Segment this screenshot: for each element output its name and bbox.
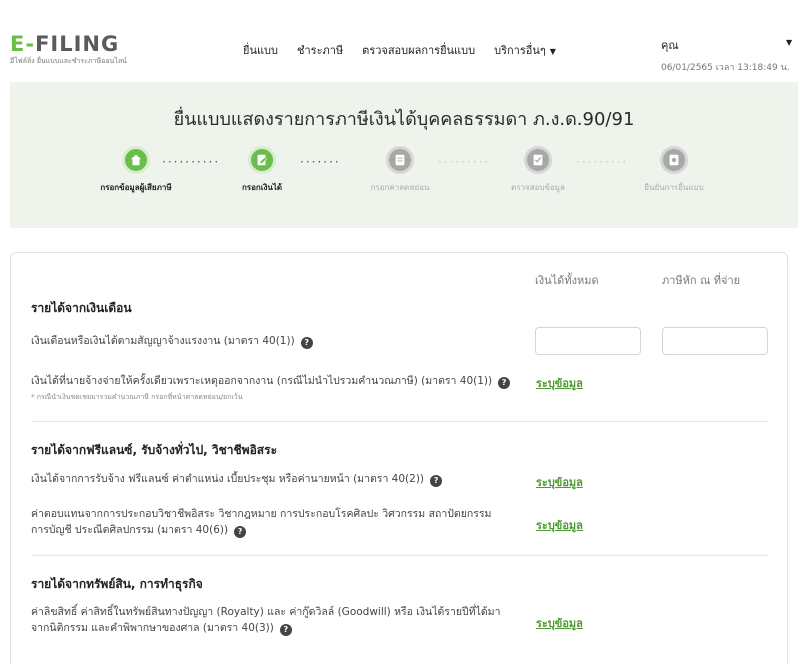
royalty-specify-link[interactable]: ระบุข้อมูล [536, 614, 583, 632]
salary-row-label: เงินเดือนหรือเงินได้ตามสัญญาจ้างแรงงาน (… [31, 333, 313, 349]
freelance-row-text: เงินได้จากการรับจ้าง ฟรีแลนซ์ ค่าตำแหน่ง… [31, 473, 425, 485]
royalty-row-line1: ค่าลิขสิทธิ์ ค่าสิทธิ์ในทรัพย์สินทางปัญญ… [31, 606, 501, 618]
main-nav: ยื่นแบบ ชำระภาษี ตรวจสอบผลการยื่นแบบ บริ… [243, 41, 556, 59]
freelance-row-label: เงินได้จากการรับจ้าง ฟรีแลนซ์ ค่าตำแหน่ง… [31, 471, 443, 487]
step-verify: ตรวจสอบข้อมูล [478, 146, 598, 194]
logo-wordmark: E-FILING [10, 32, 120, 56]
profession-specify-link[interactable]: ระบุข้อมูล [536, 516, 583, 534]
help-icon[interactable]: ? [498, 377, 511, 389]
step-deductions: กรอกค่าลดหย่อน [340, 146, 460, 194]
severance-specify-link[interactable]: ระบุข้อมูล [536, 374, 583, 392]
salary-total-income-input[interactable] [535, 327, 641, 355]
top-header: E-FILING อีไฟล์ลิ่ง ยื่นแบบและชำระภาษีออ… [0, 0, 800, 80]
severance-row-label: เงินได้ที่นายจ้างจ่ายให้ครั้งเดียวเพราะเ… [31, 373, 511, 389]
help-icon[interactable]: ? [300, 337, 313, 349]
confirm-icon [660, 146, 688, 174]
step-label: กรอกเงินได้ [241, 183, 283, 192]
step-label: ตรวจสอบข้อมูล [511, 183, 565, 192]
section-divider [31, 421, 769, 422]
royalty-row-label: ค่าลิขสิทธิ์ ค่าสิทธิ์ในทรัพย์สินทางปัญญ… [31, 604, 501, 636]
section-title-assets: รายได้จากทรัพย์สิน, การทำธุรกิจ [31, 577, 203, 591]
efiling-logo[interactable]: E-FILING อีไฟล์ลิ่ง ยื่นแบบและชำระภาษีออ… [10, 34, 127, 67]
step-connector: ······· [300, 155, 341, 169]
checklist-icon [524, 146, 552, 174]
section-divider [31, 555, 769, 556]
severance-row-text: เงินได้ที่นายจ้างจ่ายให้ครั้งเดียวเพราะเ… [31, 375, 493, 387]
progress-banner: ยื่นแบบแสดงรายการภาษีเงินได้บุคคลธรรมดา … [10, 82, 798, 228]
home-icon [122, 146, 150, 174]
help-icon[interactable]: ? [430, 475, 443, 487]
severance-note: * กรณีนำเงินชดเชยมารวมคำนวณภาษี กรอกที่ห… [31, 393, 243, 401]
current-datetime: 06/01/2565 เวลา 13:18:49 น. [661, 63, 790, 73]
step-confirm: ยืนยันการยื่นแบบ [614, 146, 734, 194]
edit-icon [248, 146, 276, 174]
step-income[interactable]: กรอกเงินได้ [202, 146, 322, 194]
logo-text: FILING [35, 32, 120, 56]
nav-other-services-label: บริการอื่นๆ [494, 44, 546, 57]
column-total-income: เงินได้ทั้งหมด [535, 274, 599, 287]
step-label: ยืนยันการยื่นแบบ [644, 183, 704, 192]
logo-letter: E [10, 32, 26, 56]
profession-row-label: ค่าตอบแทนจากการประกอบวิชาชีพอิสระ วิชากฎ… [31, 506, 491, 538]
profession-row-line1: ค่าตอบแทนจากการประกอบวิชาชีพอิสระ วิชากฎ… [31, 508, 492, 520]
user-name[interactable]: คุณ [661, 36, 679, 54]
step-label: กรอกข้อมูลผู้เสียภาษี [100, 183, 172, 192]
chevron-down-icon: ▼ [549, 47, 556, 56]
page-title: ยื่นแบบแสดงรายการภาษีเงินได้บุคคลธรรมดา … [173, 109, 635, 130]
column-withholding-tax: ภาษีหัก ณ ที่จ่าย [662, 274, 741, 287]
step-label: กรอกค่าลดหย่อน [370, 183, 430, 192]
user-menu-chevron-down-icon[interactable]: ▼ [786, 38, 792, 47]
salary-withholding-input[interactable] [662, 327, 768, 355]
royalty-row-line2: จากนิติกรรม และคำพิพากษาของศาล (มาตรา 40… [31, 622, 274, 634]
income-form-card: เงินได้ทั้งหมด ภาษีหัก ณ ที่จ่าย รายได้จ… [10, 252, 788, 664]
freelance-specify-link[interactable]: ระบุข้อมูล [536, 473, 583, 491]
section-title-salary: รายได้จากเงินเดือน [31, 301, 132, 315]
nav-pay-tax[interactable]: ชำระภาษี [297, 41, 343, 59]
section-title-freelance: รายได้จากฟรีแลนซ์, รับจ้างทั่วไป, วิชาชี… [31, 443, 278, 457]
logo-subtitle: อีไฟล์ลิ่ง ยื่นแบบและชำระภาษีออนไลน์ [10, 57, 127, 65]
help-icon[interactable]: ? [279, 624, 292, 636]
profession-row-line2-wrap: การบัญชี ประณีตศิลปกรรม (มาตรา 40(6))? [31, 522, 491, 538]
nav-check-result[interactable]: ตรวจสอบผลการยื่นแบบ [362, 41, 475, 59]
salary-row-text: เงินเดือนหรือเงินได้ตามสัญญาจ้างแรงงาน (… [31, 335, 295, 347]
document-icon [386, 146, 414, 174]
nav-other-services[interactable]: บริการอื่นๆ ▼ [494, 41, 556, 59]
help-icon[interactable]: ? [234, 526, 247, 538]
step-taxpayer-info[interactable]: กรอกข้อมูลผู้เสียภาษี [76, 146, 196, 194]
royalty-row-line2-wrap: จากนิติกรรม และคำพิพากษาของศาล (มาตรา 40… [31, 620, 501, 636]
nav-file-return[interactable]: ยื่นแบบ [243, 41, 278, 59]
profession-row-line2: การบัญชี ประณีตศิลปกรรม (มาตรา 40(6)) [31, 524, 229, 536]
